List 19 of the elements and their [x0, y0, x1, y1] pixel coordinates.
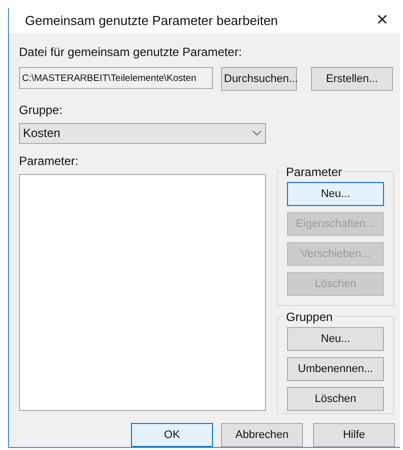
group-dropdown[interactable]: Kosten: [19, 122, 266, 144]
dropdown-value: Kosten: [23, 125, 60, 142]
file-path-field[interactable]: C:\MASTERARBEIT\Teilelemente\Kosten: [19, 67, 213, 90]
dialog-button[interactable]: Durchsuchen...: [221, 66, 297, 91]
dialog-button[interactable]: Erstellen...: [311, 66, 393, 91]
parameter-list[interactable]: [19, 174, 266, 411]
dialog-button[interactable]: OK: [131, 423, 213, 447]
field-label: Parameter:: [19, 152, 80, 170]
chevron-down-icon: [252, 130, 262, 136]
field-label: Datei für gemeinsam genutzte Parameter:: [19, 44, 243, 60]
close-button[interactable]: ×: [376, 10, 388, 30]
window-title: Gemeinsam genutzte Parameter bearbeiten: [25, 12, 278, 30]
dialog-button[interactable]: Hilfe: [313, 423, 395, 447]
dialog-button[interactable]: Neu...: [287, 326, 384, 351]
dialog-button[interactable]: Umbenennen...: [287, 356, 384, 381]
dialog-button[interactable]: Abbrechen: [221, 423, 303, 447]
dialog-button[interactable]: Neu...: [287, 182, 384, 206]
dialog-button[interactable]: Löschen: [287, 386, 384, 411]
field-label: Gruppe:: [19, 102, 64, 119]
